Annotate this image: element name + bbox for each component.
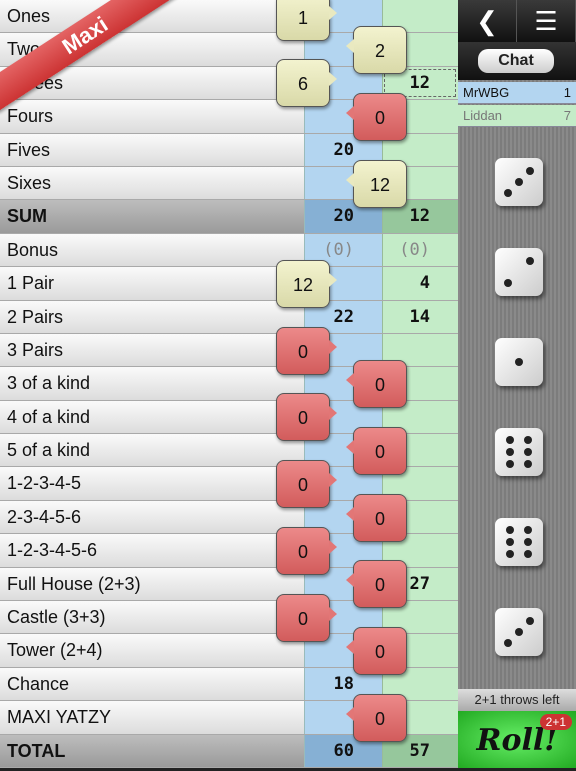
die-pip (506, 538, 514, 546)
score-suggestion-bubble[interactable]: 0 (346, 360, 407, 408)
category-label: Castle (3+3) (0, 601, 304, 634)
die-pip (506, 448, 514, 456)
category-label: 1-2-3-4-5-6 (0, 534, 304, 567)
player2-score-cell[interactable]: 4 (382, 267, 458, 300)
die-pip (524, 460, 532, 468)
score-suggestion-bubble[interactable]: 0 (346, 426, 407, 475)
die-pip (506, 460, 514, 468)
category-label: Sixes (0, 166, 304, 200)
score-suggestion-bubble[interactable]: 0 (346, 493, 407, 542)
die-pip (504, 189, 512, 197)
player-name: MrWBG (463, 85, 510, 100)
category-label: 3 of a kind (0, 367, 304, 400)
category-label: 3 Pairs (0, 333, 304, 367)
score-suggestion-bubble[interactable]: 6 (276, 59, 337, 108)
category-label: SUM (0, 200, 304, 233)
player-row: MrWBG 1 (458, 82, 576, 104)
list-icon: ☰ (534, 6, 558, 36)
die-pip (524, 538, 532, 546)
die[interactable] (495, 158, 543, 206)
die-pip (526, 257, 534, 265)
score-suggestion-bubble[interactable]: 2 (346, 26, 407, 75)
back-button[interactable]: ❮ (458, 0, 517, 42)
score-suggestion-bubble[interactable]: 0 (276, 326, 337, 375)
roll-button[interactable]: Roll! 2+1 (458, 711, 576, 768)
category-label: Full House (2+3) (0, 567, 304, 601)
score-row: 2 Pairs 22 14 (0, 300, 458, 334)
category-label: Chance (0, 667, 304, 701)
die[interactable] (495, 338, 543, 386)
die-pip (524, 436, 532, 444)
player-score: 1 (563, 85, 571, 100)
die-pip (506, 526, 514, 534)
category-label: 1 Pair (0, 267, 304, 300)
roll-badge: 2+1 (539, 714, 572, 730)
die-pip (504, 639, 512, 647)
chat-bar: Chat (458, 42, 576, 80)
die-pip (515, 178, 523, 186)
die-pip (515, 358, 523, 366)
die-pip (526, 617, 534, 625)
throws-left: 2+1 throws left (458, 689, 576, 711)
player2-score-cell[interactable]: 14 (382, 300, 458, 333)
category-label: 2 Pairs (0, 300, 304, 333)
player-row: Liddan 7 (458, 105, 576, 127)
die-pip (526, 167, 534, 175)
die[interactable] (495, 428, 543, 476)
score-suggestion-bubble[interactable]: 0 (276, 460, 337, 509)
die-pip (515, 628, 523, 636)
die[interactable] (495, 608, 543, 656)
score-suggestion-bubble[interactable]: 0 (276, 393, 337, 442)
chat-button[interactable]: Chat (478, 49, 554, 73)
die-pip (524, 550, 532, 558)
die-pip (504, 279, 512, 287)
score-suggestion-bubble[interactable]: 0 (276, 526, 337, 575)
player2-score-cell[interactable]: (0) (382, 233, 458, 267)
category-label: 2-3-4-5-6 (0, 500, 304, 534)
die[interactable] (495, 518, 543, 566)
die-pip (506, 550, 514, 558)
score-row: 1 Pair 4 (0, 267, 458, 301)
category-label: 5 of a kind (0, 434, 304, 467)
score-row: Bonus (0) (0) (0, 233, 458, 268)
category-label: 1-2-3-4-5 (0, 467, 304, 500)
category-label: Tower (2+4) (0, 634, 304, 667)
score-suggestion-bubble[interactable]: 0 (346, 627, 407, 676)
die[interactable] (495, 248, 543, 296)
score-suggestion-bubble[interactable]: 12 (276, 259, 337, 308)
category-label: Bonus (0, 233, 304, 267)
category-label: 4 of a kind (0, 400, 304, 434)
chevron-left-icon: ❮ (476, 6, 498, 36)
category-label: MAXI YATZY (0, 701, 304, 734)
menu-button[interactable]: ☰ (517, 0, 576, 42)
score-suggestion-bubble[interactable]: 0 (276, 593, 337, 642)
die-pip (506, 436, 514, 444)
score-sheet: Ones 1Twos 2Threes 126Fours 0Fives 20 Si… (0, 0, 458, 768)
player-score: 7 (563, 108, 571, 123)
player-name: Liddan (463, 108, 503, 123)
category-label: TOTAL (0, 734, 304, 767)
die-pip (524, 448, 532, 456)
score-suggestion-bubble[interactable]: 0 (346, 560, 407, 609)
die-pip (524, 526, 532, 534)
category-label: Fours (0, 100, 304, 133)
category-label: Fives (0, 133, 304, 166)
score-suggestion-bubble[interactable]: 0 (346, 92, 407, 141)
score-suggestion-bubble[interactable]: 1 (276, 0, 337, 41)
score-suggestion-bubble[interactable]: 12 (346, 159, 407, 208)
score-suggestion-bubble[interactable]: 0 (346, 693, 407, 742)
